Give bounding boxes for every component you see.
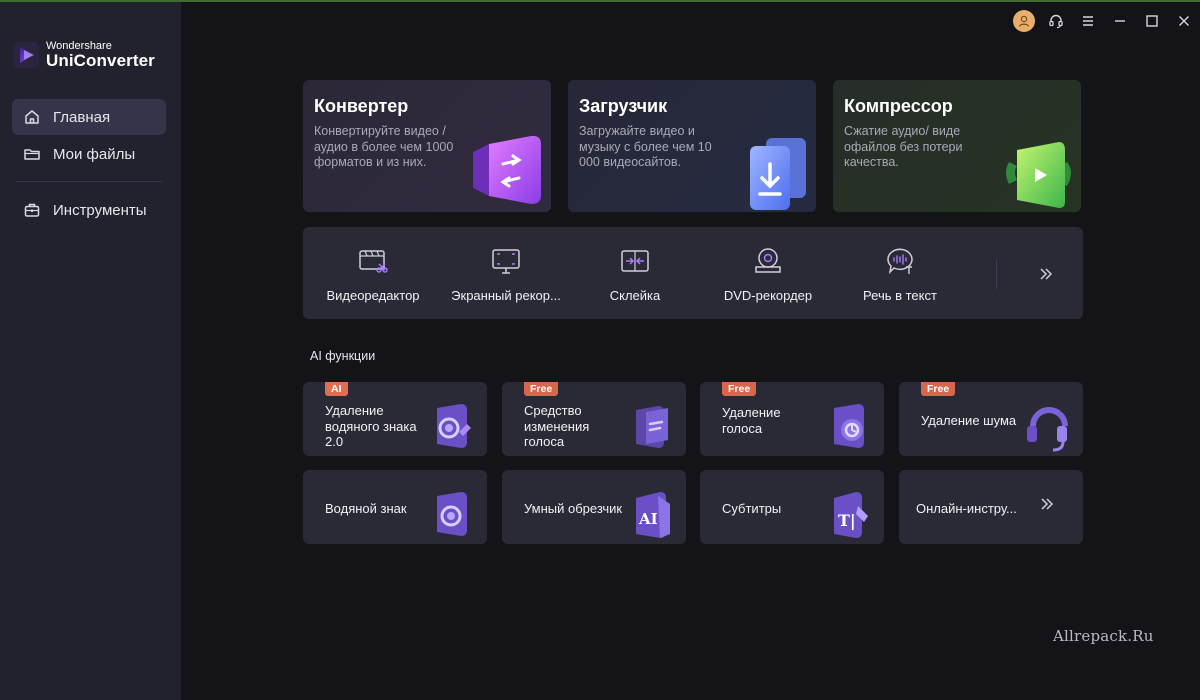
ai-card-watermark-remover[interactable]: AI Удаление водяного знака 2.0 (303, 382, 487, 456)
sidebar-item-home[interactable]: Главная (12, 99, 166, 135)
sidebar-item-label: Мои файлы (53, 145, 136, 163)
dvd-icon (755, 248, 781, 273)
free-badge: Free (524, 382, 559, 396)
tool-label: Речь в текст (863, 288, 937, 303)
ai-card-noise-remover[interactable]: Free Удаление шума (899, 382, 1083, 456)
sidebar: Wondershare UniConverter Главная Мои фай… (0, 2, 181, 700)
menu-button[interactable] (1072, 6, 1104, 36)
minimize-icon (1115, 20, 1125, 22)
tool-label: Видеоредактор (326, 288, 420, 303)
video-editor-icon (359, 250, 388, 273)
vocal-remover-icon (834, 404, 864, 448)
card-description: Конвертируйте видео / аудио в более чем … (314, 124, 454, 169)
maximize-icon (1146, 15, 1158, 27)
sidebar-nav: Главная Мои файлы Инструменты (12, 99, 166, 229)
product-name: UniConverter (46, 51, 155, 70)
ai-card-vocal-remover[interactable]: Free Удаление голоса (700, 382, 884, 456)
card-description: Сжатие аудио/ виде офайлов без потери ка… (844, 124, 963, 169)
merge-icon (621, 250, 649, 272)
sidebar-item-tools[interactable]: Инструменты (12, 192, 166, 228)
watermark-text: Allrepack.Ru (1053, 627, 1154, 645)
close-button[interactable] (1168, 6, 1200, 36)
ai-card-label: Онлайн-инстру... (916, 501, 1017, 516)
close-icon (1179, 16, 1189, 26)
tool-label: Экранный рекор... (451, 288, 561, 303)
svg-text:T|: T| (838, 511, 856, 530)
screen-recorder-icon (492, 249, 520, 274)
double-chevron-right-icon (1041, 498, 1054, 510)
ai-badge: AI (325, 382, 348, 396)
compressor-card[interactable]: Компрессор Сжатие аудио/ виде офайлов бе… (833, 80, 1081, 212)
tool-dvd-recorder[interactable]: DVD-рекордер (703, 227, 833, 319)
account-button[interactable] (1008, 6, 1040, 36)
converter-card[interactable]: Конвертер Конвертируйте видео / аудио в … (303, 80, 551, 212)
support-button[interactable] (1040, 6, 1072, 36)
downloader-card[interactable]: Загрузчик Загружайте видео и музыку с бо… (568, 80, 816, 212)
sidebar-item-label: Главная (53, 108, 111, 126)
ai-card-label: Удаление шума (921, 413, 1017, 428)
watermark-icon (437, 492, 467, 536)
title-bar (1008, 6, 1200, 36)
home-icon (25, 110, 39, 124)
downloader-icon (750, 138, 806, 210)
ai-card-watermark[interactable]: Водяной знак (303, 470, 487, 544)
card-title: Компрессор (844, 96, 953, 116)
ai-card-label: Субтитры (722, 501, 782, 516)
voice-changer-icon (636, 406, 668, 448)
double-chevron-right-icon (1040, 268, 1053, 280)
ai-section-title: AI функции (310, 349, 376, 363)
tools-divider (996, 259, 997, 289)
menu-icon (1083, 16, 1093, 26)
card-title: Конвертер (314, 96, 409, 116)
uniconverter-logo-icon (12, 41, 40, 69)
svg-text:AI: AI (638, 510, 658, 528)
ai-card-label: Умный обрезчик (524, 501, 623, 516)
app-logo: Wondershare UniConverter (12, 40, 155, 70)
toolbox-icon (24, 203, 40, 217)
ai-card-label: Водяной знак (325, 501, 407, 516)
sidebar-item-label: Инструменты (53, 201, 147, 219)
more-tools-button[interactable] (1031, 259, 1061, 289)
maximize-button[interactable] (1136, 6, 1168, 36)
ai-card-subtitles[interactable]: Субтитры T| (700, 470, 884, 544)
app-window: Wondershare UniConverter Главная Мои фай… (0, 0, 1200, 700)
noise-remover-icon (1027, 407, 1068, 452)
watermark-remover-icon (437, 404, 471, 448)
ai-card-label: Средство изменения голоса (524, 403, 590, 449)
tools-strip: Видеоредактор Экранный рекор... Склейка (303, 227, 1083, 319)
speech-to-text-icon (887, 248, 913, 275)
folder-icon (24, 149, 40, 160)
headset-icon (1049, 14, 1063, 29)
tool-label: Склейка (609, 288, 661, 303)
tool-speech-to-text[interactable]: Речь в текст (835, 227, 965, 319)
avatar-icon (1013, 10, 1035, 32)
card-title: Загрузчик (579, 96, 668, 116)
card-description: Загружайте видео и музыку с более чем 10… (579, 124, 712, 169)
ai-card-voice-changer[interactable]: Free Средство изменения голоса (502, 382, 686, 456)
ai-card-label: Удаление водяного знака 2.0 (325, 403, 417, 449)
ai-trimmer-icon: AI (636, 492, 670, 538)
sidebar-divider (16, 181, 162, 182)
tool-screen-recorder[interactable]: Экранный рекор... (441, 227, 571, 319)
ai-card-label: Удаление голоса (722, 405, 781, 436)
converter-icon (473, 135, 541, 204)
tool-merge[interactable]: Склейка (570, 227, 700, 319)
minimize-button[interactable] (1104, 6, 1136, 36)
ai-card-smart-trimmer[interactable]: Умный обрезчик AI (502, 470, 686, 544)
subtitles-icon: T| (834, 492, 868, 538)
free-badge: Free (722, 382, 757, 396)
free-badge: Free (921, 382, 956, 396)
compressor-icon (1006, 142, 1071, 208)
tool-label: DVD-рекордер (723, 288, 813, 303)
tool-video-editor[interactable]: Видеоредактор (308, 227, 438, 319)
ai-card-online-tools[interactable]: Онлайн-инстру... (899, 470, 1083, 544)
sidebar-item-my-files[interactable]: Мои файлы (12, 136, 166, 172)
